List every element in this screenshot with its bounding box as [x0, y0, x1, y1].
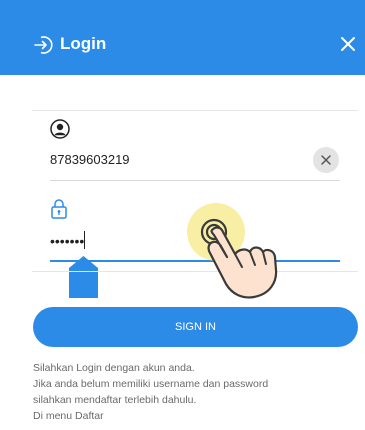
info-line: silahkan mendaftar terlebih dahulu.: [33, 394, 197, 406]
login-arrow-icon: [34, 36, 53, 54]
lock-icon: [51, 199, 67, 219]
page-title: Login: [60, 34, 107, 53]
app-header: Login: [0, 0, 365, 75]
user-icon: [50, 119, 70, 139]
login-info-text: Silahkan Login dengan akun anda. Jika an…: [33, 360, 353, 424]
clear-username-button[interactable]: [313, 147, 339, 173]
username-field[interactable]: [50, 152, 290, 168]
info-line: Silahkan Login dengan akun anda.: [33, 362, 195, 374]
password-field[interactable]: •••••••: [50, 233, 84, 249]
sign-in-button[interactable]: SIGN IN: [33, 307, 358, 347]
text-cursor-handle-icon[interactable]: [69, 256, 98, 298]
text-caret: [84, 231, 85, 249]
username-underline: [50, 180, 340, 181]
tap-hand-icon: [200, 218, 278, 299]
clear-icon: [321, 155, 331, 165]
close-icon[interactable]: [337, 33, 359, 55]
divider: [32, 110, 358, 111]
info-line: Jika anda belum memiliki username dan pa…: [33, 378, 269, 390]
info-line: Di menu Daftar: [33, 410, 104, 422]
